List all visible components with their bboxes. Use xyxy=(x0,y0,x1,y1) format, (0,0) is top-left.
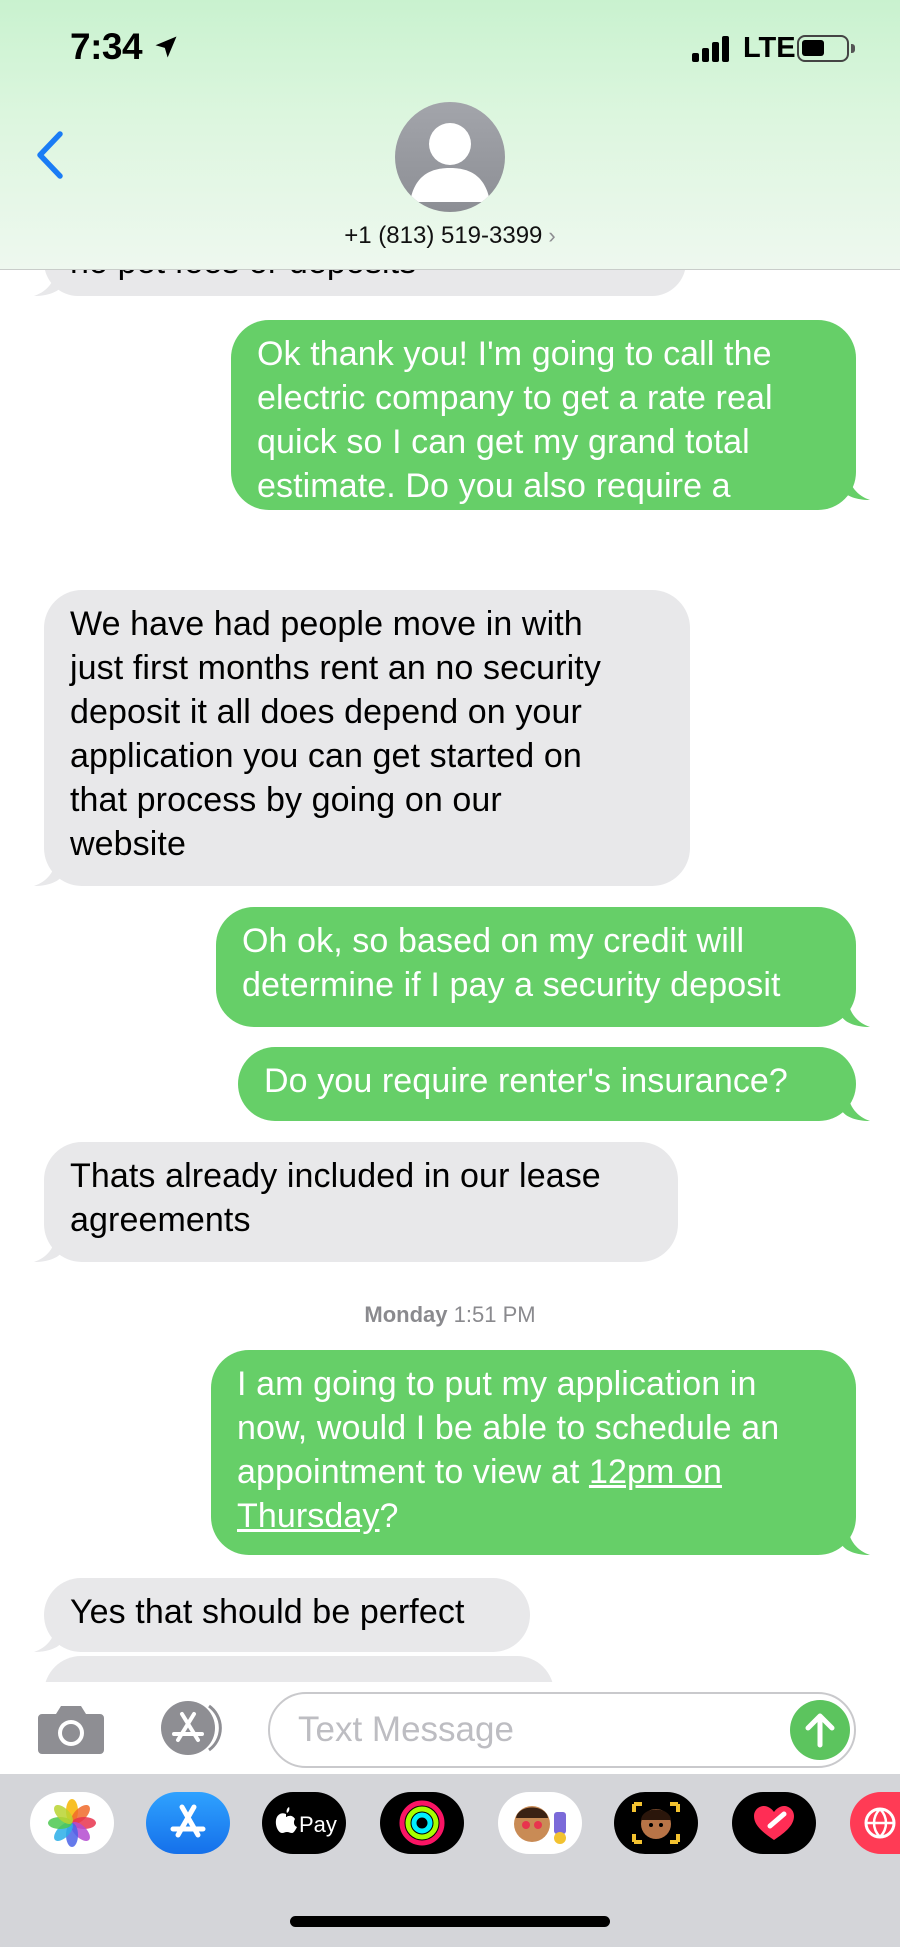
compose-bar xyxy=(0,1682,900,1774)
message-line: that process by going on our xyxy=(70,781,502,819)
message-received-bubble[interactable]: no pet fees or deposits xyxy=(44,270,686,296)
memoji-icon xyxy=(632,1802,680,1844)
message-text: no pet fees or deposits xyxy=(70,270,416,281)
date-link[interactable]: Thursday xyxy=(237,1497,380,1535)
message-line: deposit it all does depend on your xyxy=(70,693,582,731)
message-line: Oh ok, so based on my credit will xyxy=(242,922,745,960)
bubble-tail xyxy=(842,470,870,500)
message-line: security deposit/ any other fees? xyxy=(257,511,750,549)
bubble-tail xyxy=(842,997,870,1027)
message-line: website xyxy=(70,825,186,863)
network-label: LTE xyxy=(743,32,796,64)
digital-touch-app-icon[interactable] xyxy=(732,1792,816,1854)
message-line: quick so I can get my grand total xyxy=(257,423,750,461)
bubble-tail xyxy=(34,1622,62,1652)
conversation-header: 7:34 LTE +1 (813) 519-3399 › xyxy=(0,0,900,270)
activity-rings-icon xyxy=(399,1800,445,1846)
message-received-bubble[interactable]: Thats already included in our lease agre… xyxy=(44,1142,678,1262)
message-text: Yes that should be perfect xyxy=(70,1593,465,1631)
date-link[interactable]: 12pm on xyxy=(589,1453,722,1491)
message-received-bubble[interactable]: Yes that should be perfect xyxy=(44,1578,530,1652)
message-input-field[interactable] xyxy=(268,1692,856,1768)
message-text: appointment to view at xyxy=(237,1453,589,1491)
message-line: appointment to view at 12pm on xyxy=(237,1450,830,1494)
bubble-tail xyxy=(34,856,62,886)
bubble-tail xyxy=(34,1232,62,1262)
app-store-icon[interactable] xyxy=(152,1700,230,1756)
web-app-icon[interactable] xyxy=(850,1792,900,1854)
camera-icon[interactable] xyxy=(36,1700,106,1756)
digital-touch-icon xyxy=(754,1806,794,1840)
send-button[interactable] xyxy=(790,1700,850,1760)
contact-number[interactable]: +1 (813) 519-3399 › xyxy=(0,222,900,250)
message-line: agreements xyxy=(70,1201,251,1239)
status-time: 7:34 xyxy=(70,26,143,67)
message-line: I am going to put my application in xyxy=(237,1365,757,1403)
contact-number-text: +1 (813) 519-3399 xyxy=(344,222,543,249)
globe-icon xyxy=(864,1807,896,1839)
bubble-tail xyxy=(842,1525,870,1555)
message-line: We have had people move in with xyxy=(70,605,583,643)
imessage-app-drawer: Pay xyxy=(0,1774,900,1947)
memoji-stickers-app-icon[interactable] xyxy=(498,1792,582,1854)
photos-icon xyxy=(48,1799,96,1847)
message-sent-bubble[interactable]: Ok thank you! I'm going to call the elec… xyxy=(231,320,856,549)
message-line: determine if I pay a security deposit xyxy=(242,966,781,1004)
message-text: ? xyxy=(379,1497,399,1535)
apple-pay-app-icon[interactable]: Pay xyxy=(262,1792,346,1854)
message-sent-bubble[interactable]: Oh ok, so based on my credit will determ… xyxy=(216,907,856,1027)
battery-icon xyxy=(797,35,855,62)
message-sent-bubble[interactable]: I am going to put my application in now,… xyxy=(211,1350,856,1555)
message-line: electric company to get a rate real xyxy=(257,379,773,417)
back-chevron-icon[interactable] xyxy=(30,128,70,182)
person-silhouette-icon xyxy=(410,123,490,202)
timestamp-time: 1:51 PM xyxy=(453,1302,536,1327)
message-received-bubble[interactable]: We have had people move in with just fir… xyxy=(44,590,690,886)
timestamp-day: Monday xyxy=(364,1302,448,1327)
contact-avatar[interactable] xyxy=(395,102,505,212)
message-line: Thats already included in our lease xyxy=(70,1157,601,1195)
activity-app-icon[interactable] xyxy=(380,1792,464,1854)
send-arrow-icon xyxy=(805,1713,835,1748)
chevron-right-icon: › xyxy=(548,223,556,248)
message-text: Do you require renter's insurance? xyxy=(264,1062,788,1100)
bubble-tail xyxy=(842,1091,870,1121)
message-sent-bubble[interactable]: Do you require renter's insurance? xyxy=(238,1047,856,1121)
message-line: Thursday? xyxy=(237,1494,830,1538)
app-store-icon xyxy=(170,1804,206,1838)
message-line: application you can get started on xyxy=(70,737,582,775)
message-line: now, would I be able to schedule an xyxy=(237,1409,780,1447)
message-line: Ok thank you! I'm going to call the xyxy=(257,335,772,373)
message-thread[interactable]: no pet fees or deposits Ok thank you! I'… xyxy=(0,270,900,1682)
app-store-app-icon[interactable] xyxy=(146,1792,230,1854)
message-line: estimate. Do you also require a xyxy=(257,467,731,505)
photos-app-icon[interactable] xyxy=(30,1792,114,1854)
message-input[interactable] xyxy=(298,1708,778,1752)
home-indicator[interactable] xyxy=(290,1916,610,1927)
apple-pay-icon: Pay xyxy=(275,1807,337,1837)
apple-pay-label: Pay xyxy=(299,1812,337,1837)
bubble-tail xyxy=(34,270,62,296)
memoji-app-icon[interactable] xyxy=(614,1792,698,1854)
memoji-stickers-icon xyxy=(514,1806,566,1844)
location-arrow-icon xyxy=(155,36,177,58)
message-line: just first months rent an no security xyxy=(70,649,601,687)
message-timestamp: Monday 1:51 PM xyxy=(0,1302,900,1328)
message-received-bubble[interactable] xyxy=(44,1656,554,1682)
signal-icon xyxy=(692,36,732,62)
